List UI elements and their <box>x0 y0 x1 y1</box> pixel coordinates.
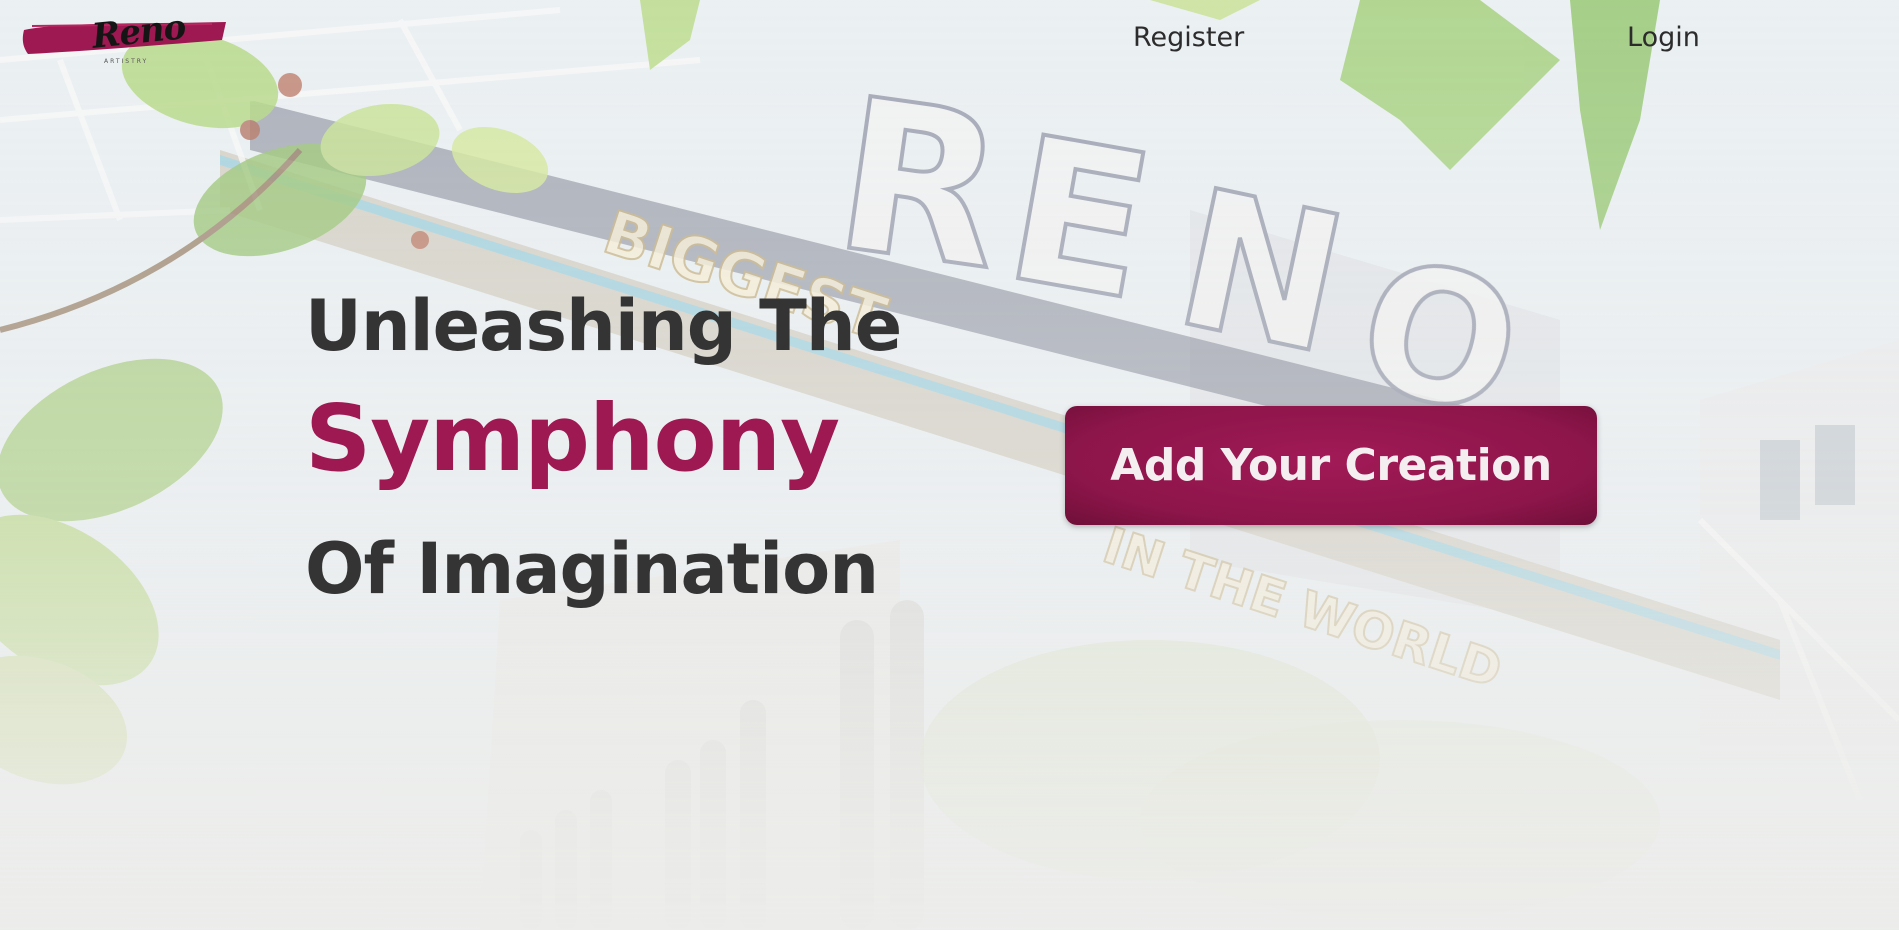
nav-login-link[interactable]: Login <box>1627 22 1700 53</box>
nav-register-link[interactable]: Register <box>1133 22 1244 53</box>
hero-heading-highlight: Symphony <box>305 385 840 492</box>
reno-arch-illustration: R E N O BIGGEST IN THE WORLD <box>0 0 1899 930</box>
hero-heading-line-3: Of Imagination <box>305 528 879 610</box>
hero-heading-line-1: Unleashing The <box>305 285 902 367</box>
logo-subtitle: ARTISTRY <box>104 58 149 65</box>
brand-logo[interactable]: Reno ARTISTRY <box>18 7 230 68</box>
add-your-creation-button[interactable]: Add Your Creation <box>1065 406 1597 525</box>
hero-background: R E N O BIGGEST IN THE WORLD <box>0 0 1899 930</box>
